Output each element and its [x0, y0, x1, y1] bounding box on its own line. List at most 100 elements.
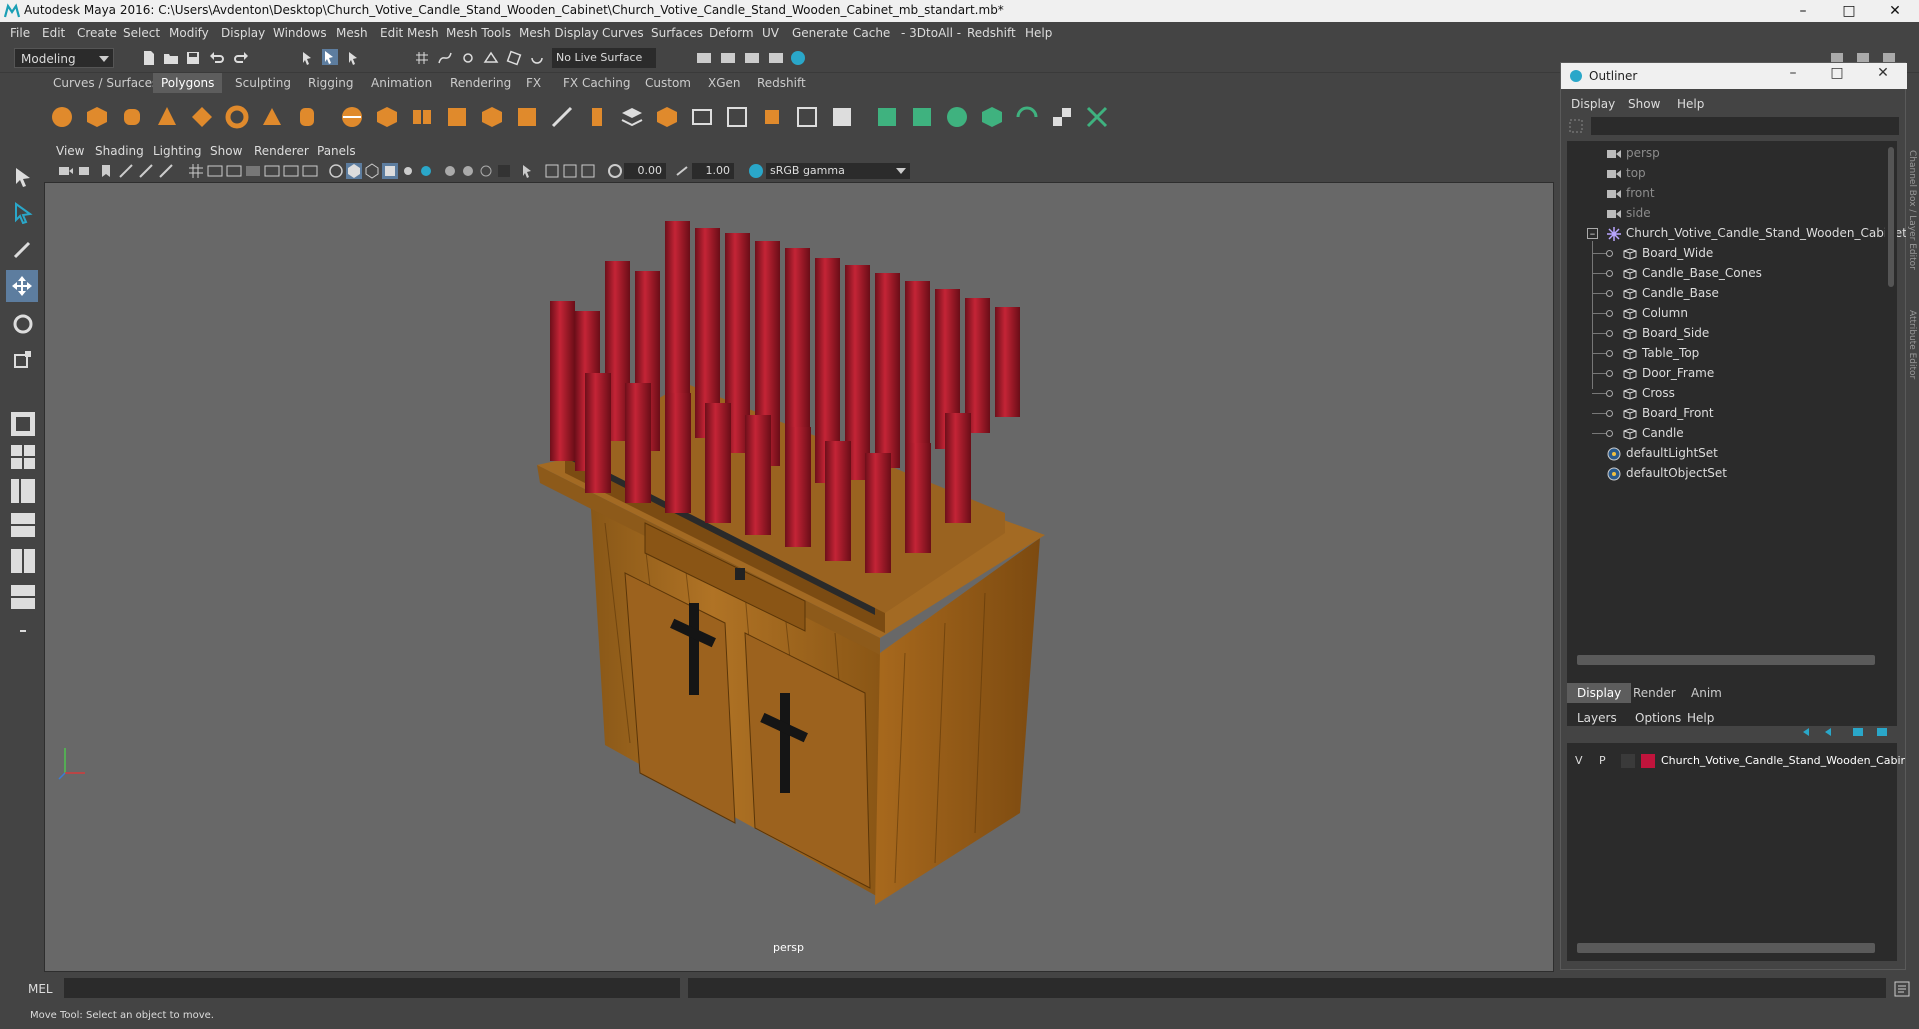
uv-cut-sew-icon[interactable]: [1085, 105, 1109, 129]
wireframe-icon[interactable]: [328, 163, 344, 179]
shelf-tab-fx[interactable]: FX: [518, 73, 549, 93]
layer-hscroll[interactable]: [1577, 943, 1875, 953]
motion-blur-icon[interactable]: [460, 163, 476, 179]
command-input[interactable]: [64, 978, 680, 998]
layer-tab-anim[interactable]: Anim: [1681, 683, 1732, 703]
move-layer-up-icon[interactable]: [1801, 726, 1815, 738]
grease-pencil-icon[interactable]: [158, 163, 174, 179]
live-surface-field[interactable]: No Live Surface: [552, 48, 656, 68]
extract-icon[interactable]: [410, 105, 434, 129]
collapse-icon[interactable]: –: [1587, 228, 1598, 239]
append-polygon-icon[interactable]: [655, 105, 679, 129]
film-gate-icon[interactable]: [207, 163, 223, 179]
layer-row[interactable]: V P Church_Votive_Candle_Stand_Wooden_Ca…: [1567, 751, 1905, 771]
layer-reference-toggle[interactable]: [1621, 754, 1635, 768]
field-chart-icon[interactable]: [264, 163, 280, 179]
menu-3dtoall[interactable]: - 3DtoAll -: [901, 26, 961, 40]
menu-mesh-display[interactable]: Mesh Display: [519, 26, 599, 40]
outliner-item-door-frame[interactable]: Door_Frame: [1592, 363, 1714, 383]
exposure-icon[interactable]: [607, 163, 623, 179]
make-live-icon[interactable]: [529, 50, 545, 66]
layer-tab-render[interactable]: Render: [1623, 683, 1686, 703]
snap-grid-icon[interactable]: [414, 50, 430, 66]
menu-cache[interactable]: Cache: [853, 26, 890, 40]
menu-display[interactable]: Display: [221, 26, 265, 40]
shelf-tab-redshift[interactable]: Redshift: [749, 73, 814, 93]
camera-attributes-icon[interactable]: [78, 163, 94, 179]
resolution-gate-icon[interactable]: [226, 163, 242, 179]
open-scene-icon[interactable]: [163, 50, 179, 66]
outliner-menu-help[interactable]: Help: [1677, 97, 1704, 111]
menu-uv[interactable]: UV: [762, 26, 779, 40]
outliner-item-default-object-set[interactable]: defaultObjectSet: [1607, 463, 1727, 483]
anti-aliasing-icon[interactable]: [478, 163, 494, 179]
shelf-tab-xgen[interactable]: XGen: [700, 73, 749, 93]
outliner-item-column[interactable]: Column: [1592, 303, 1688, 323]
poly-pipe-icon[interactable]: [295, 105, 319, 129]
gate-mask-icon[interactable]: [245, 163, 261, 179]
mode-selector[interactable]: Modeling: [14, 48, 114, 68]
poly-cone-icon[interactable]: [155, 105, 179, 129]
menu-curves[interactable]: Curves: [602, 26, 644, 40]
color-management-icon[interactable]: [748, 163, 764, 179]
script-editor-icon[interactable]: [1894, 981, 1910, 997]
use-all-lights-icon[interactable]: [400, 163, 416, 179]
paint-select-tool-icon[interactable]: [12, 238, 34, 260]
outliner-close-button[interactable]: ✕: [1863, 65, 1903, 81]
render-settings-icon[interactable]: [696, 50, 712, 66]
menu-modify[interactable]: Modify: [169, 26, 209, 40]
poly-torus-icon[interactable]: [225, 105, 249, 129]
target-weld-icon[interactable]: [760, 105, 784, 129]
merge-icon[interactable]: [795, 105, 819, 129]
lasso-tool-icon[interactable]: [12, 202, 34, 224]
two-d-pan-zoom-icon[interactable]: [138, 163, 154, 179]
outliner-vscroll-thumb[interactable]: [1888, 147, 1894, 287]
uv-planar-icon[interactable]: [875, 105, 899, 129]
redo-icon[interactable]: [233, 50, 249, 66]
layer-color-swatch[interactable]: [1641, 754, 1655, 768]
shelf-tab-rendering[interactable]: Rendering: [442, 73, 519, 93]
outliner-menu-show[interactable]: Show: [1628, 97, 1660, 111]
isolate-select-icon[interactable]: [520, 163, 536, 179]
smooth-shade-all-icon[interactable]: [346, 163, 362, 179]
layer-tab-display[interactable]: Display: [1567, 683, 1632, 703]
poly-cube-icon[interactable]: [85, 105, 109, 129]
command-language-label[interactable]: MEL: [28, 982, 53, 996]
multi-cut-icon[interactable]: [690, 105, 714, 129]
exposure-field[interactable]: 0.00: [624, 163, 666, 179]
combine-icon[interactable]: [340, 105, 364, 129]
close-button[interactable]: ✕: [1872, 0, 1918, 22]
uv-layout-icon[interactable]: [10, 584, 36, 610]
gamma-icon[interactable]: [674, 163, 690, 179]
menu-redshift[interactable]: Redshift: [967, 26, 1016, 40]
menu-edit[interactable]: Edit: [42, 26, 65, 40]
outliner-vscroll[interactable]: [1885, 141, 1897, 651]
viewport-menu-lighting[interactable]: Lighting: [153, 144, 202, 158]
uv-spherical-icon[interactable]: [945, 105, 969, 129]
poly-cylinder-icon[interactable]: [120, 105, 144, 129]
new-layer-from-selected-icon[interactable]: [1875, 726, 1889, 738]
screen-space-ao-icon[interactable]: [442, 163, 458, 179]
extrude-icon[interactable]: [585, 105, 609, 129]
outliner-menu-display[interactable]: Display: [1571, 97, 1615, 111]
render-frame-icon[interactable]: [720, 50, 736, 66]
render-view-icon[interactable]: [768, 50, 784, 66]
view-transform-dropdown[interactable]: sRGB gamma: [766, 163, 910, 179]
move-tool-button[interactable]: [6, 270, 38, 302]
maximize-button[interactable]: □: [1826, 0, 1872, 22]
snap-point-icon[interactable]: [460, 50, 476, 66]
side-tab-channel-box[interactable]: Channel Box / Layer Editor: [1907, 150, 1917, 270]
xray-joints-icon[interactable]: [580, 163, 596, 179]
scale-tool-icon[interactable]: [12, 348, 34, 370]
booleans-icon[interactable]: [480, 105, 504, 129]
outliner-item-board-side[interactable]: Board_Side: [1592, 323, 1709, 343]
gamma-field[interactable]: 1.00: [692, 163, 734, 179]
menu-generate[interactable]: Generate: [792, 26, 848, 40]
edge-loop-icon[interactable]: [725, 105, 749, 129]
shelf-tab-rigging[interactable]: Rigging: [300, 73, 361, 93]
outliner-item-default-light-set[interactable]: defaultLightSet: [1607, 443, 1718, 463]
uv-checker-icon[interactable]: [1050, 105, 1074, 129]
hypershade-icon[interactable]: [790, 50, 806, 66]
shadows-icon[interactable]: [418, 163, 434, 179]
menu-help[interactable]: Help: [1025, 26, 1052, 40]
